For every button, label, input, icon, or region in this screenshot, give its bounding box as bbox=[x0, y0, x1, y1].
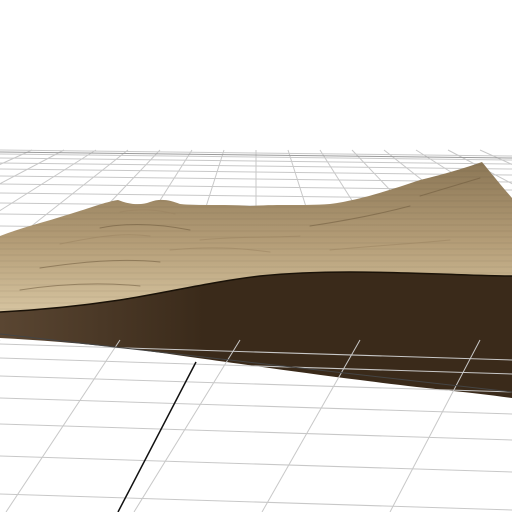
grid-line bbox=[0, 455, 512, 473]
3d-viewport[interactable] bbox=[0, 0, 512, 512]
grid-line bbox=[0, 149, 33, 165]
grid-line bbox=[0, 493, 512, 511]
grid-line bbox=[5, 339, 121, 512]
terrain-scene[interactable] bbox=[0, 0, 512, 512]
grid-line bbox=[133, 339, 241, 512]
grid-axis-line bbox=[117, 361, 197, 512]
